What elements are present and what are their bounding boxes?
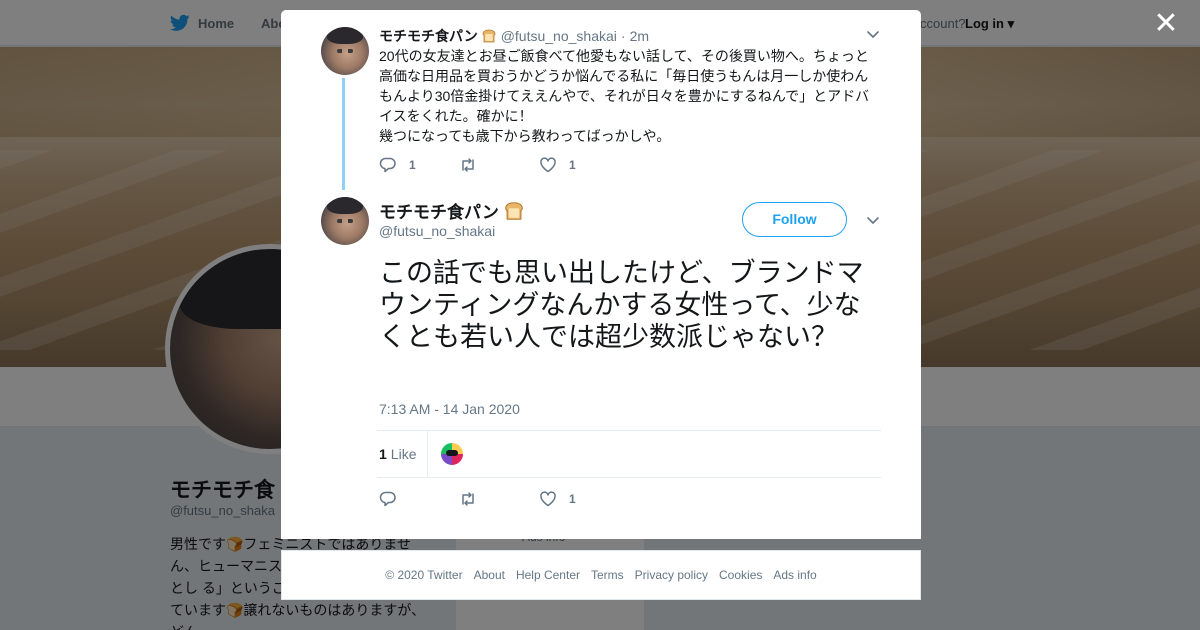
tweet1-text-line: 幾つになっても歳下から教わってばっかしや。	[379, 128, 671, 144]
tweet2-text: この話でも思い出したけど、ブランドマウンティングなんかする女性って、少なくとも若…	[379, 258, 864, 353]
retweet-icon	[462, 158, 474, 172]
footer-link-about[interactable]: About	[474, 568, 505, 582]
retweet-icon	[462, 492, 474, 506]
footer-link-privacy[interactable]: Privacy policy	[635, 568, 708, 582]
stats-divider	[427, 431, 428, 477]
liker-avatar[interactable]	[440, 442, 464, 466]
tweet2-timestamp[interactable]: 7:13 AM - 14 Jan 2020	[379, 401, 520, 417]
tweet1-time[interactable]: 2m	[630, 28, 649, 44]
retweet-button[interactable]	[459, 490, 539, 508]
modal-footer: © 2020 Twitter About Help Center Terms P…	[281, 550, 921, 600]
retweet-button[interactable]	[459, 156, 539, 174]
like-count: 1	[569, 492, 576, 506]
likes-number: 1	[379, 446, 387, 462]
footer-link-cookies[interactable]: Cookies	[719, 568, 762, 582]
close-icon[interactable]: ✕	[1152, 9, 1180, 39]
likes-stat[interactable]: 1 Like	[379, 446, 416, 462]
tweet1-avatar[interactable]	[321, 27, 369, 75]
footer-copyright: © 2020 Twitter	[385, 568, 463, 582]
chevron-down-icon[interactable]	[865, 212, 881, 228]
tweet1-text-line: 20代の女友達とお昼ご飯食べて他愛もない話して、その後買い物へ。ちょっと高価な日…	[379, 48, 870, 124]
tweet2-author-name[interactable]: モチモチ食パン	[379, 198, 499, 223]
tweet1-separator: ·	[620, 28, 626, 44]
tweet2-actions: 1	[379, 490, 619, 508]
reply-icon	[379, 157, 396, 173]
tweet2-avatar[interactable]	[321, 197, 369, 245]
heart-icon	[540, 157, 556, 173]
reply-button[interactable]	[379, 490, 459, 508]
footer-link-help-center[interactable]: Help Center	[516, 568, 580, 582]
bread-emoji-icon	[503, 200, 525, 222]
like-button[interactable]: 1	[539, 156, 619, 174]
tweet1-header: モチモチ食パン @futsu_no_shakai · 2m	[379, 26, 649, 46]
tweet2-author: モチモチ食パン	[379, 198, 525, 223]
footer-link-terms[interactable]: Terms	[591, 568, 624, 582]
like-count: 1	[569, 158, 576, 172]
thread-connector-line	[342, 78, 345, 190]
tweet-modal: モチモチ食パン @futsu_no_shakai · 2m 20代の女友達とお昼…	[281, 10, 921, 539]
like-button[interactable]: 1	[539, 490, 619, 508]
chevron-down-icon[interactable]	[865, 26, 881, 42]
tweet2-stats: 1 Like	[377, 430, 881, 478]
tweet1-text: 20代の女友達とお昼ご飯食べて他愛もない話して、その後買い物へ。ちょっと高価な日…	[379, 46, 879, 146]
reply-icon	[379, 491, 396, 507]
tweet2-handle[interactable]: @futsu_no_shakai	[379, 223, 495, 239]
tweet1-handle[interactable]: @futsu_no_shakai	[501, 28, 617, 44]
tweet1-author-name[interactable]: モチモチ食パン	[379, 26, 478, 46]
footer-link-ads-info[interactable]: Ads info	[773, 568, 816, 582]
bread-emoji-icon	[481, 28, 497, 44]
reply-button[interactable]: 1	[379, 156, 459, 174]
follow-button[interactable]: Follow	[742, 202, 847, 237]
heart-icon	[540, 491, 556, 507]
reply-count: 1	[409, 158, 416, 172]
likes-label: Like	[390, 446, 417, 462]
tweet1-actions: 1 1	[379, 156, 619, 174]
